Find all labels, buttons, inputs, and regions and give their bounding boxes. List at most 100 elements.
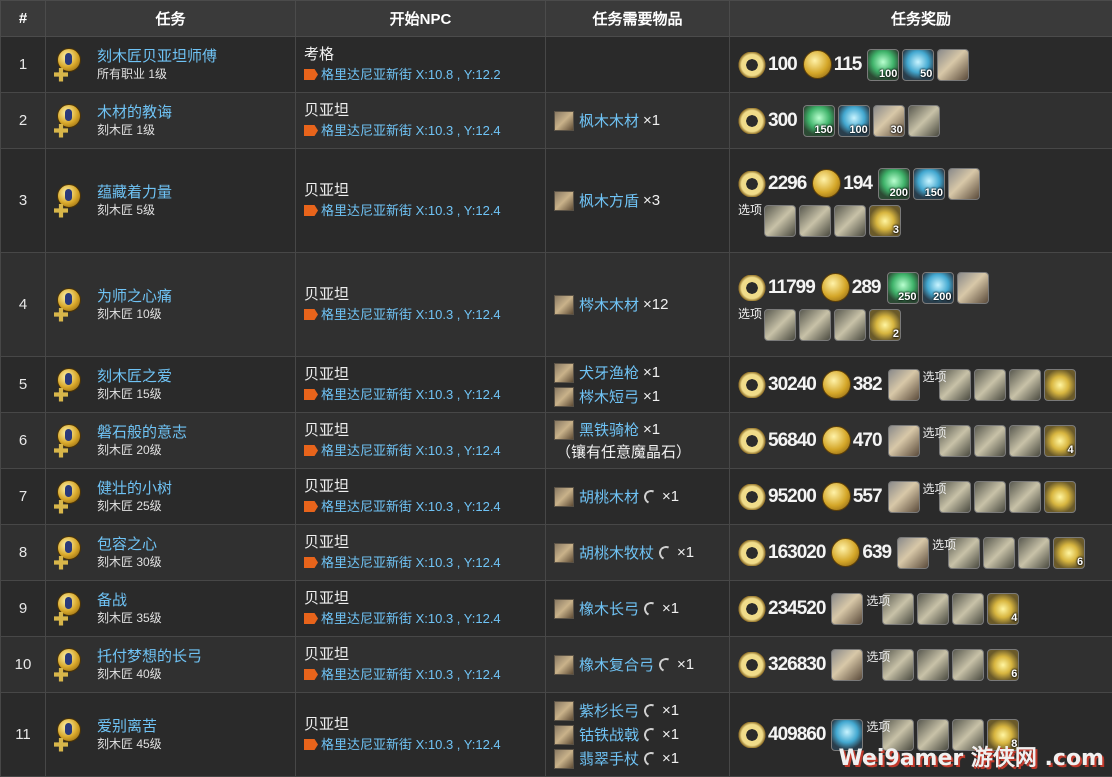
quest-name-link[interactable]: 爱别离苦 [97,717,162,736]
item-note: （镶有任意魔晶石） [554,442,729,464]
chisel-icon[interactable] [897,537,929,569]
gloves-icon[interactable] [1009,481,1041,513]
quest-name-link[interactable]: 健壮的小树 [97,479,172,498]
npc-location-link[interactable]: 格里达尼亚新街 X:10.3 , Y:12.4 [304,121,545,140]
materia-bag-icon[interactable]: 4 [987,593,1019,625]
chisel-icon[interactable] [888,425,920,457]
gil-reward: 115 [803,50,862,79]
saw-icon[interactable] [831,593,863,625]
materia-bag-icon[interactable]: 6 [987,649,1019,681]
wind-crystal-icon[interactable]: 150 [803,105,835,137]
npc-cell: 贝亚坦格里达尼亚新街 X:10.3 , Y:12.4 [296,581,546,637]
ice-crystal-icon[interactable]: 200 [922,272,954,304]
quest-name-link[interactable]: 托付梦想的长弓 [97,647,202,666]
gloves-icon[interactable] [952,593,984,625]
hammer-icon[interactable] [888,369,920,401]
item-name-link[interactable]: 枫木方盾 [579,190,639,211]
item-name-link[interactable]: 犬牙渔枪 [579,362,639,383]
npc-location-link[interactable]: 格里达尼亚新街 X:10.8 , Y:12.2 [304,65,545,84]
quest-name-link[interactable]: 木材的教诲 [97,103,172,122]
shirt-icon[interactable] [917,649,949,681]
gauntlets-icon[interactable] [974,481,1006,513]
quest-name-link[interactable]: 刻木匠贝亚坦师傅 [97,47,217,66]
gloves-icon[interactable] [1018,537,1050,569]
reward-line: 30015010030 [738,102,1112,140]
quest-name-link[interactable]: 包容之心 [97,535,162,554]
gauntlets-icon[interactable] [974,425,1006,457]
item-name-link[interactable]: 钴铁战戟 [579,724,639,745]
npc-location-link[interactable]: 格里达尼亚新街 X:10.3 , Y:12.4 [304,497,545,516]
item-name-link[interactable]: 翡翠手杖 [579,748,639,769]
wind-crystal-icon[interactable]: 250 [887,272,919,304]
npc-location-link[interactable]: 格里达尼亚新街 X:10.3 , Y:12.4 [304,735,545,754]
wind-crystal-icon[interactable]: 200 [878,168,910,200]
wind-crystal-icon[interactable]: 100 [867,49,899,81]
materia-bag-icon[interactable] [1044,369,1076,401]
quest-cell: 磐石般的意志刻木匠 20级 [46,413,296,469]
item-icon [554,655,574,675]
exp-reward: 30240 [738,372,816,398]
materia-bag-icon[interactable]: 2 [869,309,901,341]
hammer-icon[interactable] [888,481,920,513]
item-name-link[interactable]: 橡木长弓 [579,598,639,619]
npc-location-link[interactable]: 格里达尼亚新街 X:10.3 , Y:12.4 [304,553,545,572]
belt-icon[interactable] [974,369,1006,401]
quest-name-link[interactable]: 备战 [97,591,162,610]
robe-icon[interactable] [799,309,831,341]
quest-icon [54,104,88,138]
npc-location-link[interactable]: 格里达尼亚新街 X:10.3 , Y:12.4 [304,385,545,404]
table-icon[interactable] [764,309,796,341]
item-icon [554,701,574,721]
trousers-icon[interactable] [1009,425,1041,457]
item-name-link[interactable]: 胡桃木材 [579,486,639,507]
boots-icon[interactable] [834,205,866,237]
saw-icon[interactable] [957,272,989,304]
gloves-icon[interactable] [834,309,866,341]
materia-bag-icon[interactable] [1044,481,1076,513]
npc-location-link[interactable]: 格里达尼亚新街 X:10.3 , Y:12.4 [304,441,545,460]
npc-location-link[interactable]: 格里达尼亚新街 X:10.3 , Y:12.4 [304,665,545,684]
materia-bag-icon[interactable]: 4 [1044,425,1076,457]
robe-icon[interactable] [908,105,940,137]
boots-icon[interactable] [1009,369,1041,401]
item-name-link[interactable]: 枫木木材 [579,110,639,131]
item-icon [554,543,574,563]
hammer-icon[interactable] [948,168,980,200]
mallet-icon[interactable]: 30 [873,105,905,137]
npc-location-link[interactable]: 格里达尼亚新街 X:10.3 , Y:12.4 [304,201,545,220]
quest-info: 磐石般的意志刻木匠 20级 [46,423,295,458]
npc-location-link[interactable]: 格里达尼亚新街 X:10.3 , Y:12.4 [304,305,545,324]
required-item: 枫木方盾×3 [554,189,729,213]
item-name-link[interactable]: 黑铁骑枪 [579,419,639,440]
item-name-link[interactable]: 梣木木材 [579,294,639,315]
item-name-link[interactable]: 梣木短弓 [579,386,639,407]
npc-name: 贝亚坦 [304,421,545,441]
exp-reward: 11799 [738,275,815,301]
exp-reward: 326830 [738,652,825,678]
materia-bag-icon[interactable]: 6 [1053,537,1085,569]
map-flag-icon [304,557,318,568]
ice-crystal-icon[interactable]: 50 [902,49,934,81]
hat-icon[interactable] [764,205,796,237]
saw-icon[interactable] [937,49,969,81]
location-text: 格里达尼亚新街 X:10.3 , Y:12.4 [321,497,501,516]
materia-bag-icon[interactable]: 3 [869,205,901,237]
hammer-icon[interactable] [831,649,863,681]
item-quantity: ×3 [643,192,660,209]
trousers-icon[interactable] [799,205,831,237]
quest-name-link[interactable]: 刻木匠之爱 [97,367,172,386]
quest-name-link[interactable]: 磐石般的意志 [97,423,187,442]
ice-crystal-icon[interactable]: 150 [913,168,945,200]
item-name-link[interactable]: 胡桃木牧杖 [579,542,654,563]
quest-name-link[interactable]: 蕴藏着力量 [97,183,172,202]
quest-name-link[interactable]: 为师之心痛 [97,287,172,306]
item-name-link[interactable]: 紫杉长弓 [579,700,639,721]
gauntlets-icon[interactable] [983,537,1015,569]
required-item: 橡木长弓×1 [554,597,729,621]
ice-crystal-icon[interactable]: 100 [838,105,870,137]
item-name-link[interactable]: 橡木复合弓 [579,654,654,675]
shirt-icon[interactable] [917,593,949,625]
npc-name: 考格 [304,45,545,65]
gloves-icon[interactable] [952,649,984,681]
npc-location-link[interactable]: 格里达尼亚新街 X:10.3 , Y:12.4 [304,609,545,628]
